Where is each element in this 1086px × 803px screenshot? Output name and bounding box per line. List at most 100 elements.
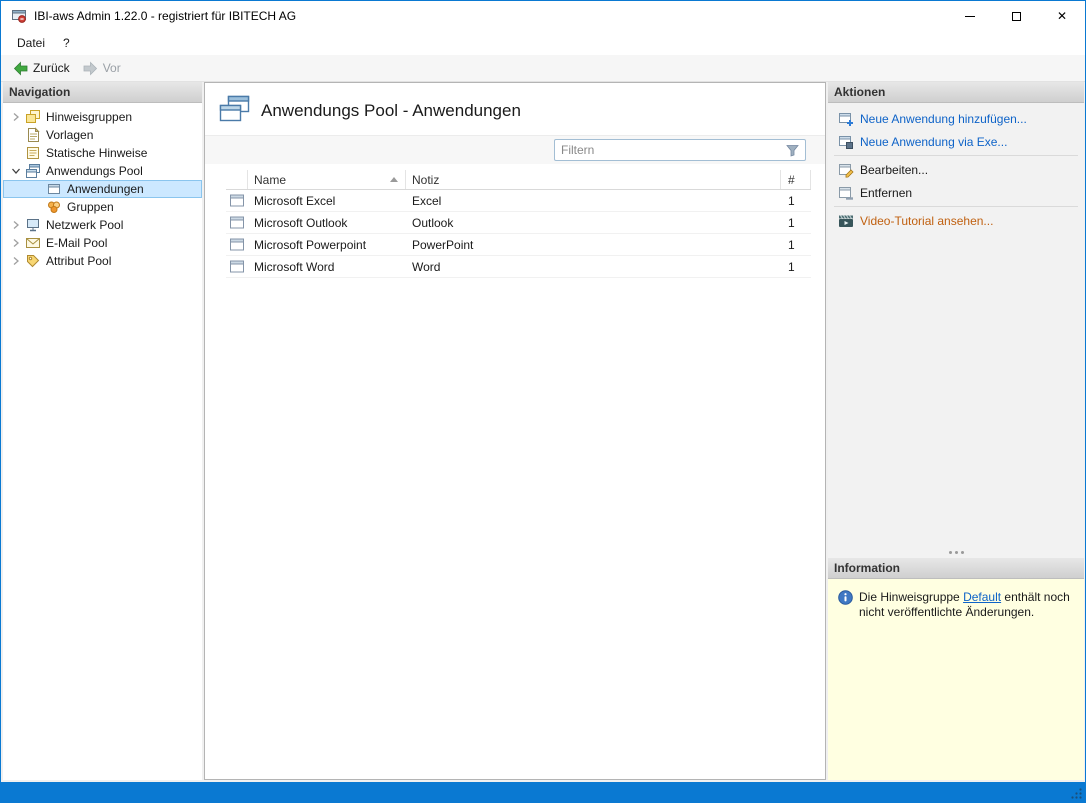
table-row[interactable]: Microsoft Excel Excel 1 — [226, 190, 811, 212]
attribute-pool-icon — [25, 253, 41, 269]
network-pool-icon — [25, 217, 41, 233]
column-header-notiz[interactable]: Notiz — [406, 170, 781, 189]
cell-count: 1 — [788, 215, 795, 230]
video-tutorial-icon — [838, 213, 854, 229]
close-button[interactable]: ✕ — [1039, 1, 1085, 31]
tree-item-email-pool[interactable]: E-Mail Pool — [3, 234, 202, 252]
action-new-application[interactable]: Neue Anwendung hinzufügen... — [828, 107, 1084, 130]
information-header: Information — [828, 558, 1084, 579]
tree-item-vorlagen[interactable]: Vorlagen — [3, 126, 202, 144]
column-header-name-label: Name — [254, 172, 287, 187]
tree-item-label: E-Mail Pool — [46, 236, 108, 250]
application-window-icon — [230, 260, 244, 273]
panel-splitter[interactable] — [828, 551, 1084, 554]
table-row[interactable]: Microsoft Word Word 1 — [226, 256, 811, 278]
tree-item-anwendungs-pool[interactable]: Anwendungs Pool — [3, 162, 202, 180]
action-edit[interactable]: Bearbeiten... — [828, 158, 1084, 181]
window-controls: ✕ — [947, 1, 1085, 31]
cell-count: 1 — [788, 193, 795, 208]
tree-item-label: Vorlagen — [46, 128, 94, 142]
info-text-before: Die Hinweisgruppe — [859, 590, 964, 604]
information-area: Die Hinweisgruppe Default enthält noch n… — [828, 579, 1084, 780]
action-new-application-exe[interactable]: Neue Anwendung via Exe... — [828, 130, 1084, 153]
app-window: IBI-aws Admin 1.22.0 - registriert für I… — [0, 0, 1086, 803]
tree-item-label: Statische Hinweise — [46, 146, 148, 160]
window-title: IBI-aws Admin 1.22.0 - registriert für I… — [34, 9, 297, 23]
menu-datei[interactable]: Datei — [8, 31, 54, 55]
back-arrow-icon — [12, 60, 29, 77]
tree-item-statische-hinweise[interactable]: Statische Hinweise — [3, 144, 202, 162]
information-message: Die Hinweisgruppe Default enthält noch n… — [859, 590, 1074, 620]
templates-icon — [25, 127, 41, 143]
chevron-collapsed-icon[interactable] — [11, 256, 25, 266]
tree-item-label: Anwendungen — [67, 182, 144, 196]
default-group-link[interactable]: Default — [963, 590, 1001, 604]
chevron-collapsed-icon[interactable] — [11, 112, 25, 122]
actions-header: Aktionen — [828, 82, 1084, 103]
back-button[interactable]: Zurück — [7, 58, 75, 79]
application-window-icon — [230, 216, 244, 229]
actions-separator — [834, 155, 1078, 156]
close-icon: ✕ — [1056, 9, 1068, 23]
app-icon — [11, 8, 27, 24]
action-video-tutorial[interactable]: Video-Tutorial ansehen... — [828, 209, 1084, 232]
chevron-expanded-icon[interactable] — [11, 166, 25, 176]
table-row[interactable]: Microsoft Powerpoint PowerPoint 1 — [226, 234, 811, 256]
column-header-name[interactable]: Name — [248, 170, 406, 189]
cell-name: Microsoft Word — [254, 259, 335, 274]
page-title: Anwendungs Pool - Anwendungen — [261, 101, 521, 120]
table-header: Name Notiz # — [226, 170, 811, 190]
edit-icon — [838, 162, 854, 178]
main-header: Anwendungs Pool - Anwendungen — [205, 83, 825, 135]
email-pool-icon — [25, 235, 41, 251]
toolbar: Zurück Vor — [1, 55, 1085, 82]
actions-separator — [834, 206, 1078, 207]
maximize-icon — [1011, 11, 1021, 21]
back-label: Zurück — [33, 61, 70, 75]
cell-notiz: Outlook — [412, 215, 454, 230]
chevron-collapsed-icon[interactable] — [11, 238, 25, 248]
hint-groups-icon — [25, 109, 41, 125]
filter-input[interactable]: Filtern — [554, 139, 806, 161]
cell-notiz: Word — [412, 259, 441, 274]
sort-ascending-icon — [390, 177, 398, 182]
action-remove[interactable]: Entfernen — [828, 181, 1084, 204]
tree-item-anwendungen[interactable]: Anwendungen — [3, 180, 202, 198]
tree-item-gruppen[interactable]: Gruppen — [3, 198, 202, 216]
application-window-icon — [230, 238, 244, 251]
info-icon — [838, 590, 853, 605]
tree-item-netzwerk-pool[interactable]: Netzwerk Pool — [3, 216, 202, 234]
minimize-button[interactable] — [947, 1, 993, 31]
tree-item-hinweisgruppen[interactable]: Hinweisgruppen — [3, 108, 202, 126]
resize-grip[interactable] — [1070, 787, 1083, 800]
table-row[interactable]: Microsoft Outlook Outlook 1 — [226, 212, 811, 234]
filter-funnel-icon — [786, 144, 799, 157]
cell-name: Microsoft Outlook — [254, 215, 348, 230]
tree-item-label: Attribut Pool — [46, 254, 112, 268]
tree-item-attribut-pool[interactable]: Attribut Pool — [3, 252, 202, 270]
application-pool-icon — [25, 163, 41, 179]
main-panel: Anwendungs Pool - Anwendungen Filtern Na… — [204, 82, 826, 780]
titlebar[interactable]: IBI-aws Admin 1.22.0 - registriert für I… — [1, 1, 1085, 31]
groups-icon — [46, 199, 62, 215]
right-panel: Aktionen Neue Anwendung hinzufügen... Ne… — [828, 82, 1084, 780]
filter-placeholder: Filtern — [561, 143, 595, 157]
minimize-icon — [965, 15, 975, 17]
tree-item-label: Hinweisgruppen — [46, 110, 133, 124]
maximize-button[interactable] — [993, 1, 1039, 31]
tree-item-label: Anwendungs Pool — [46, 164, 143, 178]
filter-row: Filtern — [205, 135, 825, 164]
chevron-collapsed-icon[interactable] — [11, 220, 25, 230]
cell-count: 1 — [788, 259, 795, 274]
navigation-tree: Hinweisgruppen Vorlagen Statische Hinwei… — [3, 103, 202, 270]
application-window-icon — [230, 194, 244, 207]
cell-notiz: PowerPoint — [412, 237, 474, 252]
forward-button[interactable]: Vor — [77, 58, 126, 79]
menu-help[interactable]: ? — [54, 31, 79, 55]
column-header-count[interactable]: # — [781, 170, 811, 189]
column-header-icon[interactable] — [226, 170, 248, 189]
new-application-exe-icon — [838, 134, 854, 150]
new-application-icon — [838, 111, 854, 127]
remove-icon — [838, 185, 854, 201]
cell-notiz: Excel — [412, 193, 442, 208]
